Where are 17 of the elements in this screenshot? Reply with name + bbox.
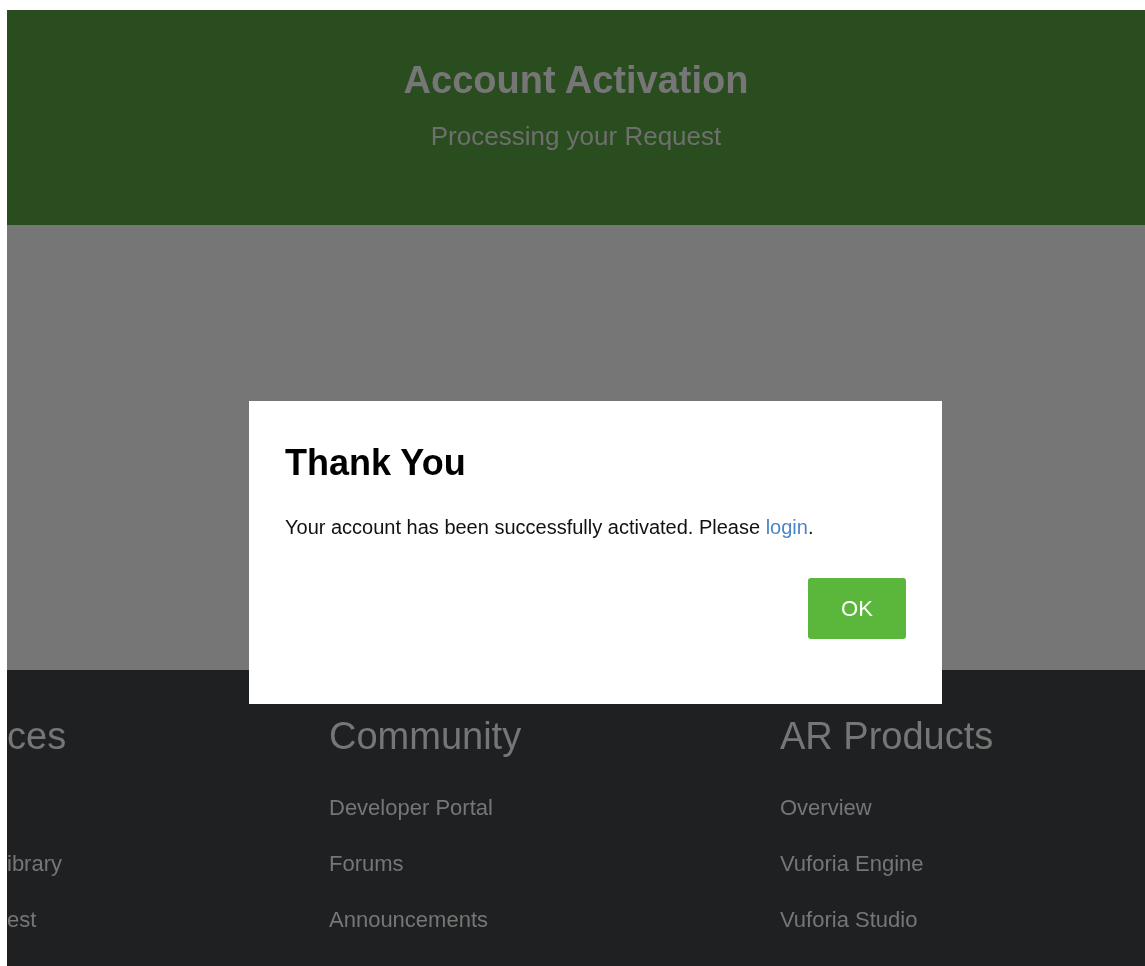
dialog-title: Thank You (285, 441, 467, 485)
page-subtitle: Processing your Request (430, 120, 722, 152)
login-link[interactable]: login (765, 516, 808, 538)
footer-heading: AR Products (780, 714, 995, 758)
footer-link[interactable]: est (7, 907, 37, 932)
footer-link[interactable]: Developer Portal (329, 795, 493, 820)
footer-link[interactable]: ibrary (7, 851, 62, 876)
ok-button[interactable]: OK (808, 578, 906, 639)
footer-heading: ces (7, 714, 68, 758)
footer-link[interactable]: Forums (329, 851, 404, 876)
dialog-message: Your account has been successfully activated. Please login. (285, 515, 815, 540)
footer-link[interactable]: Vuforia Studio (780, 907, 918, 932)
footer-heading: Community (329, 714, 523, 758)
footer-link[interactable]: Announcements (329, 907, 488, 932)
footer-link[interactable]: Vuforia Engine (780, 851, 924, 876)
footer-link[interactable]: Overview (780, 795, 872, 820)
page-title: Account Activation (403, 58, 749, 102)
